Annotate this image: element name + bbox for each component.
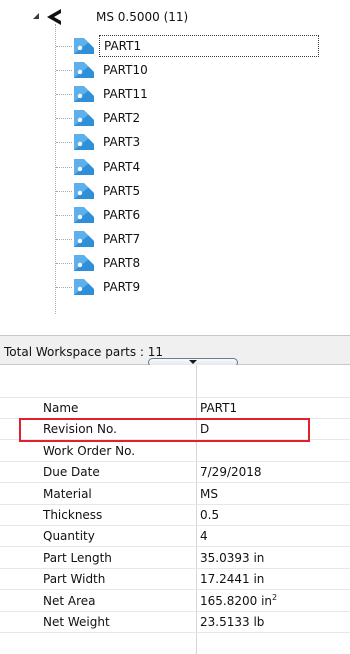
- property-value-text: MS: [200, 486, 218, 501]
- property-name: Quantity: [43, 529, 95, 544]
- tree-connector: [56, 46, 72, 47]
- sheet-part-icon: [74, 62, 94, 79]
- property-value-text: PART1: [200, 401, 238, 415]
- property-name: Revision No.: [43, 422, 117, 437]
- tree-root-label: MS 0.5000 (11): [96, 10, 189, 24]
- expand-triangle-icon[interactable]: [33, 13, 39, 19]
- tree-item[interactable]: PART11: [0, 82, 350, 106]
- property-value-text: D: [200, 422, 210, 437]
- property-row[interactable]: Due Date 7/29/2018: [0, 462, 350, 484]
- tree-item-label: PART8: [103, 255, 141, 270]
- tree-item-label: PART6: [103, 207, 141, 222]
- property-value[interactable]: PART1: [200, 401, 237, 416]
- property-value[interactable]: 165.8200 in2: [200, 592, 278, 609]
- property-grid-header: [0, 365, 350, 398]
- property-name: Thickness: [43, 508, 103, 522]
- tree-item[interactable]: PART5: [0, 179, 350, 203]
- tree-item-label: PART9: [103, 280, 141, 294]
- tree-item[interactable]: PART9: [0, 275, 350, 299]
- sheet-part-icon: [74, 230, 94, 247]
- tree-item[interactable]: PART4: [0, 155, 350, 179]
- tree-item-label: PART4: [103, 159, 141, 174]
- property-name: Part Width: [43, 572, 106, 587]
- tree-connector: [56, 287, 72, 288]
- chevron-group-icon: [47, 9, 61, 25]
- sheet-part-icon: [74, 279, 94, 295]
- parts-tree: MS 0.5000 (11) PART1 PART10 PART11 PART2 PAR…: [0, 0, 350, 335]
- property-row[interactable]: Thickness 0.5: [0, 505, 350, 526]
- tree-item[interactable]: PART8: [0, 251, 350, 275]
- property-name: Work Order No.: [43, 443, 136, 458]
- tree-connector: [56, 238, 72, 240]
- tree-item[interactable]: PART2: [0, 106, 350, 130]
- tree-item-label: PART10: [103, 63, 148, 78]
- tree-connector: [56, 166, 72, 168]
- property-value[interactable]: 0.5: [200, 508, 219, 523]
- tree-item-label: PART5: [103, 183, 141, 198]
- property-value-text: 165.8200 in: [200, 593, 273, 608]
- property-name: Material: [43, 486, 92, 501]
- property-row[interactable]: Name PART1: [0, 398, 350, 419]
- property-row[interactable]: Part Length 35.0393 in: [0, 548, 350, 569]
- property-value[interactable]: MS: [200, 487, 218, 502]
- property-name: Due Date: [43, 465, 100, 480]
- sheet-part-icon: [74, 38, 94, 54]
- tree-connector: [56, 94, 72, 96]
- tree-connector: [56, 142, 72, 144]
- tree-connector: [56, 70, 72, 72]
- property-row[interactable]: Revision No. D: [0, 419, 350, 441]
- property-value-text: 23.5133 lb: [200, 615, 265, 629]
- tree-item[interactable]: PART10: [0, 58, 350, 82]
- property-value-text: 35.0393 in: [200, 550, 265, 565]
- property-row[interactable]: Material MS: [0, 484, 350, 505]
- status-bar: Total Workspace parts : 11: [0, 335, 350, 367]
- sheet-part-icon: [74, 134, 94, 151]
- property-value-text: 4: [200, 529, 208, 544]
- tree-root-node[interactable]: MS 0.5000 (11): [0, 6, 350, 28]
- property-value-text: 17.2441 in: [200, 572, 265, 587]
- tree-item[interactable]: PART7: [0, 227, 350, 251]
- workspace-parts-count: Total Workspace parts : 11: [4, 345, 164, 359]
- property-name: Part Length: [43, 550, 112, 565]
- sheet-part-icon: [74, 182, 94, 199]
- property-name: Net Weight: [43, 615, 110, 629]
- tree-item[interactable]: PART3: [0, 130, 350, 154]
- tree-connector: [56, 262, 72, 264]
- tree-connector: [56, 214, 72, 216]
- property-value[interactable]: 4: [200, 529, 208, 544]
- property-value[interactable]: 35.0393 in: [200, 551, 264, 566]
- sheet-part-icon: [74, 86, 94, 103]
- chevron-down-icon: [189, 360, 197, 364]
- property-value[interactable]: D: [200, 422, 209, 437]
- tree-item-label: PART7: [103, 231, 141, 246]
- sheet-part-icon: [74, 206, 94, 223]
- tree-connector: [56, 190, 72, 192]
- property-value[interactable]: 7/29/2018: [200, 465, 262, 480]
- sheet-part-icon: [74, 158, 94, 175]
- property-grid: Name PART1 Revision No. D Work Order No. Due …: [0, 365, 350, 654]
- tree-item[interactable]: PART1: [0, 34, 350, 58]
- tree-item-label: PART3: [103, 135, 141, 150]
- property-row[interactable]: Quantity 4: [0, 526, 350, 548]
- property-value-text: 7/29/2018: [200, 465, 262, 480]
- sheet-part-icon: [74, 110, 94, 127]
- tree-connector: [56, 118, 72, 120]
- property-name: Name: [43, 401, 79, 415]
- tree-item-label: PART11: [103, 87, 148, 102]
- property-value[interactable]: 23.5133 lb: [200, 615, 264, 630]
- property-value-text: 0.5: [200, 508, 220, 522]
- property-value[interactable]: 17.2441 in: [200, 572, 264, 587]
- property-row[interactable]: Part Width 17.2441 in: [0, 569, 350, 591]
- unit-superscript: 2: [272, 592, 278, 602]
- tree-item[interactable]: PART6: [0, 203, 350, 227]
- property-row[interactable]: Work Order No.: [0, 441, 350, 462]
- property-row[interactable]: Net Area 165.8200 in2: [0, 591, 350, 612]
- property-row[interactable]: Net Weight 23.5133 lb: [0, 612, 350, 633]
- tree-item-label: PART2: [103, 111, 141, 126]
- tree-item-label: PART1: [99, 35, 319, 57]
- property-name: Net Area: [43, 593, 96, 608]
- sheet-part-icon: [74, 254, 94, 271]
